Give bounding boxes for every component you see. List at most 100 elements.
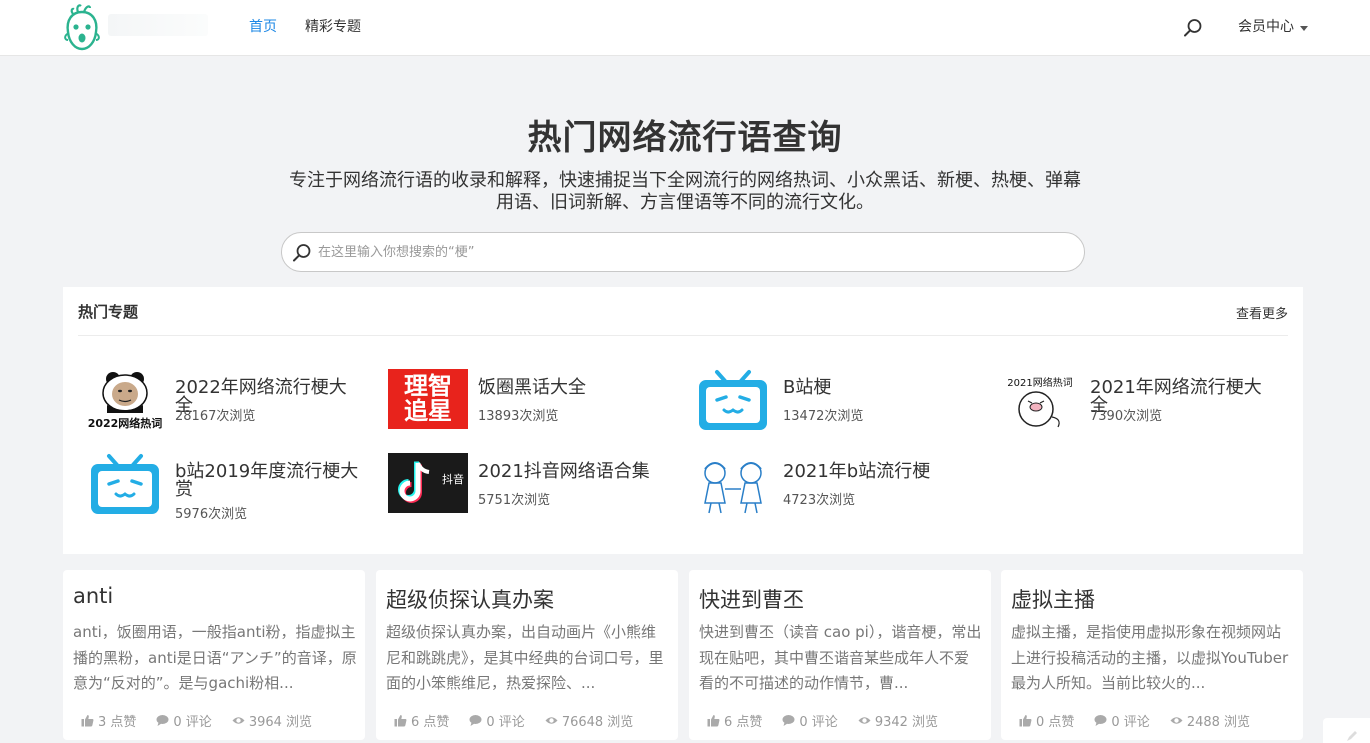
thumbs-up-icon <box>394 715 407 727</box>
like-count: 6 点赞 <box>724 715 763 730</box>
term-card[interactable]: 快进到曹丕 快进到曹丕（读音 cao pi），谐音梗，常出现在贴吧，其中曹丕谐音… <box>689 570 991 740</box>
topic-name: 2021抖音网络语合集 <box>478 461 650 482</box>
logo-wordmark-faded <box>108 14 208 36</box>
card-title[interactable]: 超级侦探认真办案 <box>386 584 554 614</box>
topic-name: 饭圈黑话大全 <box>478 377 586 398</box>
topic-item[interactable]: 2021网络热词 2021年网络流行梗大全 7390次浏览 <box>1000 369 1300 433</box>
like-stat[interactable]: 0 点赞 <box>1019 711 1074 730</box>
card-stats: 0 点赞 0 评论 2488 浏览 <box>1019 711 1250 730</box>
member-center-dropdown[interactable]: 会员中心 <box>1238 18 1308 36</box>
member-center-label: 会员中心 <box>1238 19 1294 35</box>
card-title[interactable]: 虚拟主播 <box>1011 584 1095 614</box>
card-stats: 3 点赞 0 评论 3964 浏览 <box>81 711 312 730</box>
hero-search-box[interactable] <box>281 232 1085 272</box>
topic-item[interactable]: 2021年b站流行梗 4723次浏览 <box>693 453 993 517</box>
eye-icon <box>858 717 871 724</box>
topic-views: 13893次浏览 <box>478 409 559 424</box>
term-card[interactable]: 虚拟主播 虚拟主播，是指使用虚拟形象在视频网站上进行投稿活动的主播，以虚拟You… <box>1001 570 1303 740</box>
like-stat[interactable]: 3 点赞 <box>81 711 136 730</box>
douyin-logo-thumb: 抖音 <box>388 453 468 513</box>
thumb-caption: 理智追星 <box>404 372 452 425</box>
thumb-caption: 2022网络热词 <box>87 417 163 430</box>
divider <box>78 335 1288 336</box>
eye-icon <box>545 717 558 724</box>
panel-title: 热门专题 <box>78 303 139 321</box>
caret-down-icon <box>1300 25 1308 31</box>
bilibili-tv-icon <box>91 454 159 514</box>
search-icon[interactable] <box>1183 18 1203 38</box>
comment-icon <box>156 715 169 726</box>
view-stat: 9342 浏览 <box>858 711 938 730</box>
topic-name: 2021年b站流行梗 <box>783 461 931 482</box>
view-count: 76648 浏览 <box>561 715 634 730</box>
thumbs-up-icon <box>81 715 94 727</box>
nav-home[interactable]: 首页 <box>249 18 277 36</box>
nav-featured-topics[interactable]: 精彩专题 <box>305 18 361 36</box>
pencil-icon <box>1347 731 1357 741</box>
search-icon <box>293 244 311 262</box>
view-count: 2488 浏览 <box>1186 715 1251 730</box>
topic-item[interactable]: B站梗 13472次浏览 <box>693 369 993 433</box>
comment-count: 0 评论 <box>799 715 838 730</box>
comment-icon <box>469 715 482 726</box>
card-title[interactable]: anti <box>73 584 113 608</box>
comment-stat[interactable]: 0 评论 <box>782 711 838 730</box>
thumbs-up-icon <box>707 715 720 727</box>
card-title[interactable]: 快进到曹丕 <box>699 584 804 614</box>
comment-icon <box>782 715 795 726</box>
hero-title: 热门网络流行语查询 <box>527 118 843 158</box>
topic-item[interactable]: b站2019年度流行梗大赏 5976次浏览 <box>85 453 385 522</box>
comment-stat[interactable]: 0 评论 <box>1094 711 1150 730</box>
hero-description: 专注于网络流行语的收录和解释，快速捕捉当下全网流行的网络热词、小众黑话、新梗、热… <box>289 170 1081 213</box>
like-count: 3 点赞 <box>98 715 137 730</box>
text-logo-thumb: 理智追星 <box>388 369 468 429</box>
topic-item[interactable]: 2022网络热词 2022年网络流行梗大全 28167次浏览 <box>85 369 385 433</box>
comment-stat[interactable]: 0 评论 <box>156 711 212 730</box>
topic-item[interactable]: 抖音 2021抖音网络语合集 5751次浏览 <box>388 453 688 517</box>
main-nav: 首页 精彩专题 <box>249 18 361 36</box>
like-count: 6 点赞 <box>411 715 450 730</box>
top-header: 首页 精彩专题 会员中心 <box>0 0 1370 56</box>
bilibili-tv-icon <box>699 370 767 430</box>
topic-views: 13472次浏览 <box>783 409 864 424</box>
floating-tool-widget[interactable] <box>1323 718 1370 743</box>
like-stat[interactable]: 6 点赞 <box>707 711 762 730</box>
card-stats: 6 点赞 0 评论 9342 浏览 <box>707 711 938 730</box>
topic-views: 4723次浏览 <box>783 493 856 508</box>
topic-name: B站梗 <box>783 377 832 398</box>
card-description: 快进到曹丕（读音 cao pi），谐音梗，常出现在贴吧，其中曹丕谐音某些成年人不… <box>699 623 982 692</box>
anime-sketch-thumb <box>704 462 762 514</box>
view-count: 3964 浏览 <box>248 715 313 730</box>
site-logo-icon[interactable] <box>60 2 104 52</box>
view-more-link[interactable]: 查看更多 <box>1236 303 1288 322</box>
like-count: 0 点赞 <box>1036 715 1075 730</box>
search-input[interactable] <box>318 239 1058 265</box>
cartoon-meme-thumb <box>1018 391 1060 428</box>
comment-stat[interactable]: 0 评论 <box>469 711 525 730</box>
card-description: anti，饭圈用语，一般指anti粉，指虚拟主播的黑粉，anti是日语“アンチ”… <box>73 623 357 692</box>
topic-item[interactable]: 理智追星 饭圈黑话大全 13893次浏览 <box>388 369 688 433</box>
topic-views: 5976次浏览 <box>175 507 248 522</box>
thumb-caption: 抖音 <box>442 473 464 486</box>
comment-count: 0 评论 <box>173 715 212 730</box>
view-stat: 3964 浏览 <box>232 711 312 730</box>
comment-count: 0 评论 <box>1111 715 1150 730</box>
comment-icon <box>1094 715 1107 726</box>
view-stat: 76648 浏览 <box>545 711 634 730</box>
term-card[interactable]: 超级侦探认真办案 超级侦探认真办案，出自动画片《小熊维尼和跳跳虎》，是其中经典的… <box>376 570 678 740</box>
term-card[interactable]: anti anti，饭圈用语，一般指anti粉，指虚拟主播的黑粉，anti是日语… <box>63 570 365 740</box>
view-stat: 2488 浏览 <box>1170 711 1250 730</box>
eye-icon <box>1170 717 1183 724</box>
eye-icon <box>232 717 245 724</box>
topic-views: 5751次浏览 <box>478 493 551 508</box>
like-stat[interactable]: 6 点赞 <box>394 711 449 730</box>
card-description: 超级侦探认真办案，出自动画片《小熊维尼和跳跳虎》，是其中经典的台词口号，里面的小… <box>386 623 664 692</box>
card-description: 虚拟主播，是指使用虚拟形象在视频网站上进行投稿活动的主播，以虚拟YouTuber… <box>1011 623 1289 692</box>
topic-views: 7390次浏览 <box>1090 409 1163 424</box>
card-stats: 6 点赞 0 评论 76648 浏览 <box>394 711 633 730</box>
view-count: 9342 浏览 <box>874 715 939 730</box>
topic-name: b站2019年度流行梗大赏 <box>175 461 359 500</box>
hot-topics-panel: 热门专题 查看更多 2022网络热词 2022年网络流行梗大全 28167次浏览… <box>63 287 1303 554</box>
comment-count: 0 评论 <box>486 715 525 730</box>
thumbs-up-icon <box>1019 715 1032 727</box>
